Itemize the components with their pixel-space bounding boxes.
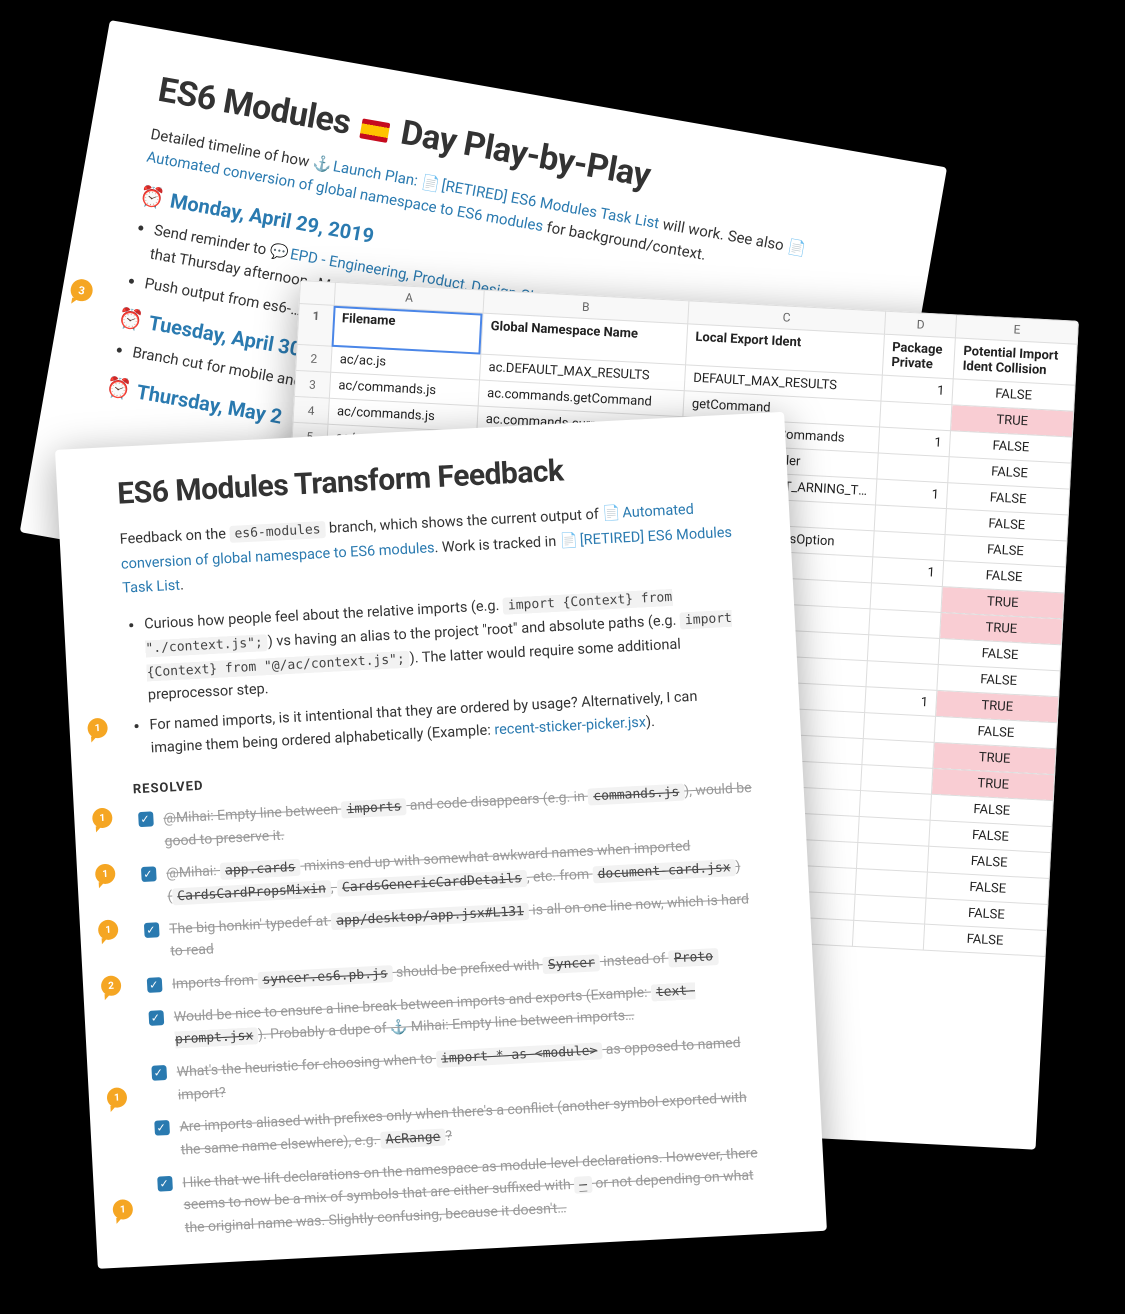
chat-icon: 💬 bbox=[269, 241, 291, 262]
comment-bubble[interactable]: 1 bbox=[112, 1199, 133, 1220]
doc-icon: 📄 bbox=[420, 173, 442, 194]
doc-icon: 📄 bbox=[786, 237, 808, 258]
inline-code: app/desktop/app.jsx#L131 bbox=[331, 902, 529, 929]
cell-d1[interactable]: Package Private bbox=[882, 334, 955, 379]
cell[interactable] bbox=[869, 609, 942, 639]
inline-code: document-card.jsx bbox=[592, 859, 736, 883]
cell[interactable] bbox=[862, 739, 935, 769]
feedback-bullets: Curious how people feel about the relati… bbox=[144, 581, 751, 759]
cell[interactable]: 1 bbox=[878, 427, 951, 457]
alarm-clock-icon: ⏰ bbox=[138, 183, 167, 211]
alarm-clock-icon: ⏰ bbox=[117, 305, 146, 333]
cell[interactable] bbox=[852, 920, 925, 950]
comment-bubble-1[interactable]: 1 bbox=[87, 718, 108, 739]
inline-code: imports bbox=[341, 798, 407, 818]
doc-icon: 📄 bbox=[559, 531, 578, 549]
row-num[interactable]: 3 bbox=[294, 370, 330, 398]
cell[interactable] bbox=[870, 583, 943, 613]
cell[interactable] bbox=[858, 816, 931, 846]
cell-e1[interactable]: Potential Import Ident Collision bbox=[953, 338, 1077, 385]
inline-code: import * as <module> bbox=[436, 1042, 603, 1068]
checkbox-checked[interactable] bbox=[154, 1120, 170, 1136]
cell[interactable] bbox=[866, 661, 939, 691]
corner-cell bbox=[299, 281, 335, 306]
inline-code: AcRange bbox=[380, 1128, 446, 1148]
cell[interactable] bbox=[855, 868, 928, 898]
inline-code: Syncer bbox=[543, 954, 601, 974]
comment-bubble[interactable]: 1 bbox=[92, 808, 113, 829]
comment-bubble[interactable]: 1 bbox=[106, 1087, 127, 1108]
cell[interactable] bbox=[873, 531, 946, 561]
cell[interactable] bbox=[863, 713, 936, 743]
stage: ES6 Modules Day Play-by-Play Detailed ti… bbox=[0, 0, 1125, 1314]
checkbox-checked[interactable] bbox=[148, 1010, 164, 1026]
inline-code: CardsCardPropsMixin bbox=[172, 880, 331, 905]
checkbox-checked[interactable] bbox=[144, 922, 160, 938]
row-1-num[interactable]: 1 bbox=[297, 303, 334, 346]
checkbox-checked[interactable] bbox=[147, 977, 163, 993]
checkbox-checked[interactable] bbox=[157, 1175, 173, 1191]
alarm-clock-icon: ⏰ bbox=[104, 374, 133, 402]
row-num[interactable]: 4 bbox=[293, 396, 329, 424]
branch-name-code: es6-modules bbox=[229, 521, 326, 543]
comment-bubble[interactable]: 1 bbox=[98, 919, 119, 940]
comment-bubble[interactable]: 2 bbox=[101, 975, 122, 996]
cell[interactable]: 1 bbox=[875, 479, 948, 509]
anchor-icon: ⚓ bbox=[311, 154, 333, 175]
comment-bubble[interactable]: 1 bbox=[95, 863, 116, 884]
inline-code: commands.js bbox=[588, 783, 685, 805]
spain-flag-icon bbox=[360, 118, 391, 143]
cell[interactable]: FALSE bbox=[924, 924, 1047, 956]
inline-code: app.cards bbox=[220, 859, 301, 880]
cell[interactable] bbox=[867, 635, 940, 665]
cell[interactable] bbox=[877, 453, 950, 483]
comment-bubble-3[interactable]: 3 bbox=[69, 277, 94, 302]
checkbox-checked[interactable] bbox=[151, 1065, 167, 1081]
cell[interactable]: 1 bbox=[871, 557, 944, 587]
cell[interactable]: 1 bbox=[865, 687, 938, 717]
cell[interactable] bbox=[860, 765, 933, 795]
checkbox-checked[interactable] bbox=[141, 866, 157, 882]
inline-code: Proto bbox=[668, 948, 718, 968]
cell[interactable] bbox=[874, 505, 947, 535]
cell[interactable] bbox=[859, 791, 932, 821]
inline-code: _ bbox=[574, 1176, 593, 1194]
cell[interactable] bbox=[879, 401, 952, 431]
inline-code: syncer.es6.pb.js bbox=[257, 965, 393, 989]
doc-icon: 📄 bbox=[602, 505, 621, 523]
cell[interactable] bbox=[854, 894, 927, 924]
recent-sticker-link[interactable]: recent-sticker-picker.jsx bbox=[494, 713, 647, 738]
inline-code: CardsGenericCardDetails bbox=[337, 870, 528, 897]
cell[interactable]: 1 bbox=[881, 375, 954, 405]
row-num[interactable]: 2 bbox=[296, 344, 332, 372]
checkbox-checked[interactable] bbox=[138, 811, 154, 827]
cell[interactable] bbox=[856, 842, 929, 872]
doc-feedback: ES6 Modules Transform Feedback Feedback … bbox=[55, 412, 827, 1269]
